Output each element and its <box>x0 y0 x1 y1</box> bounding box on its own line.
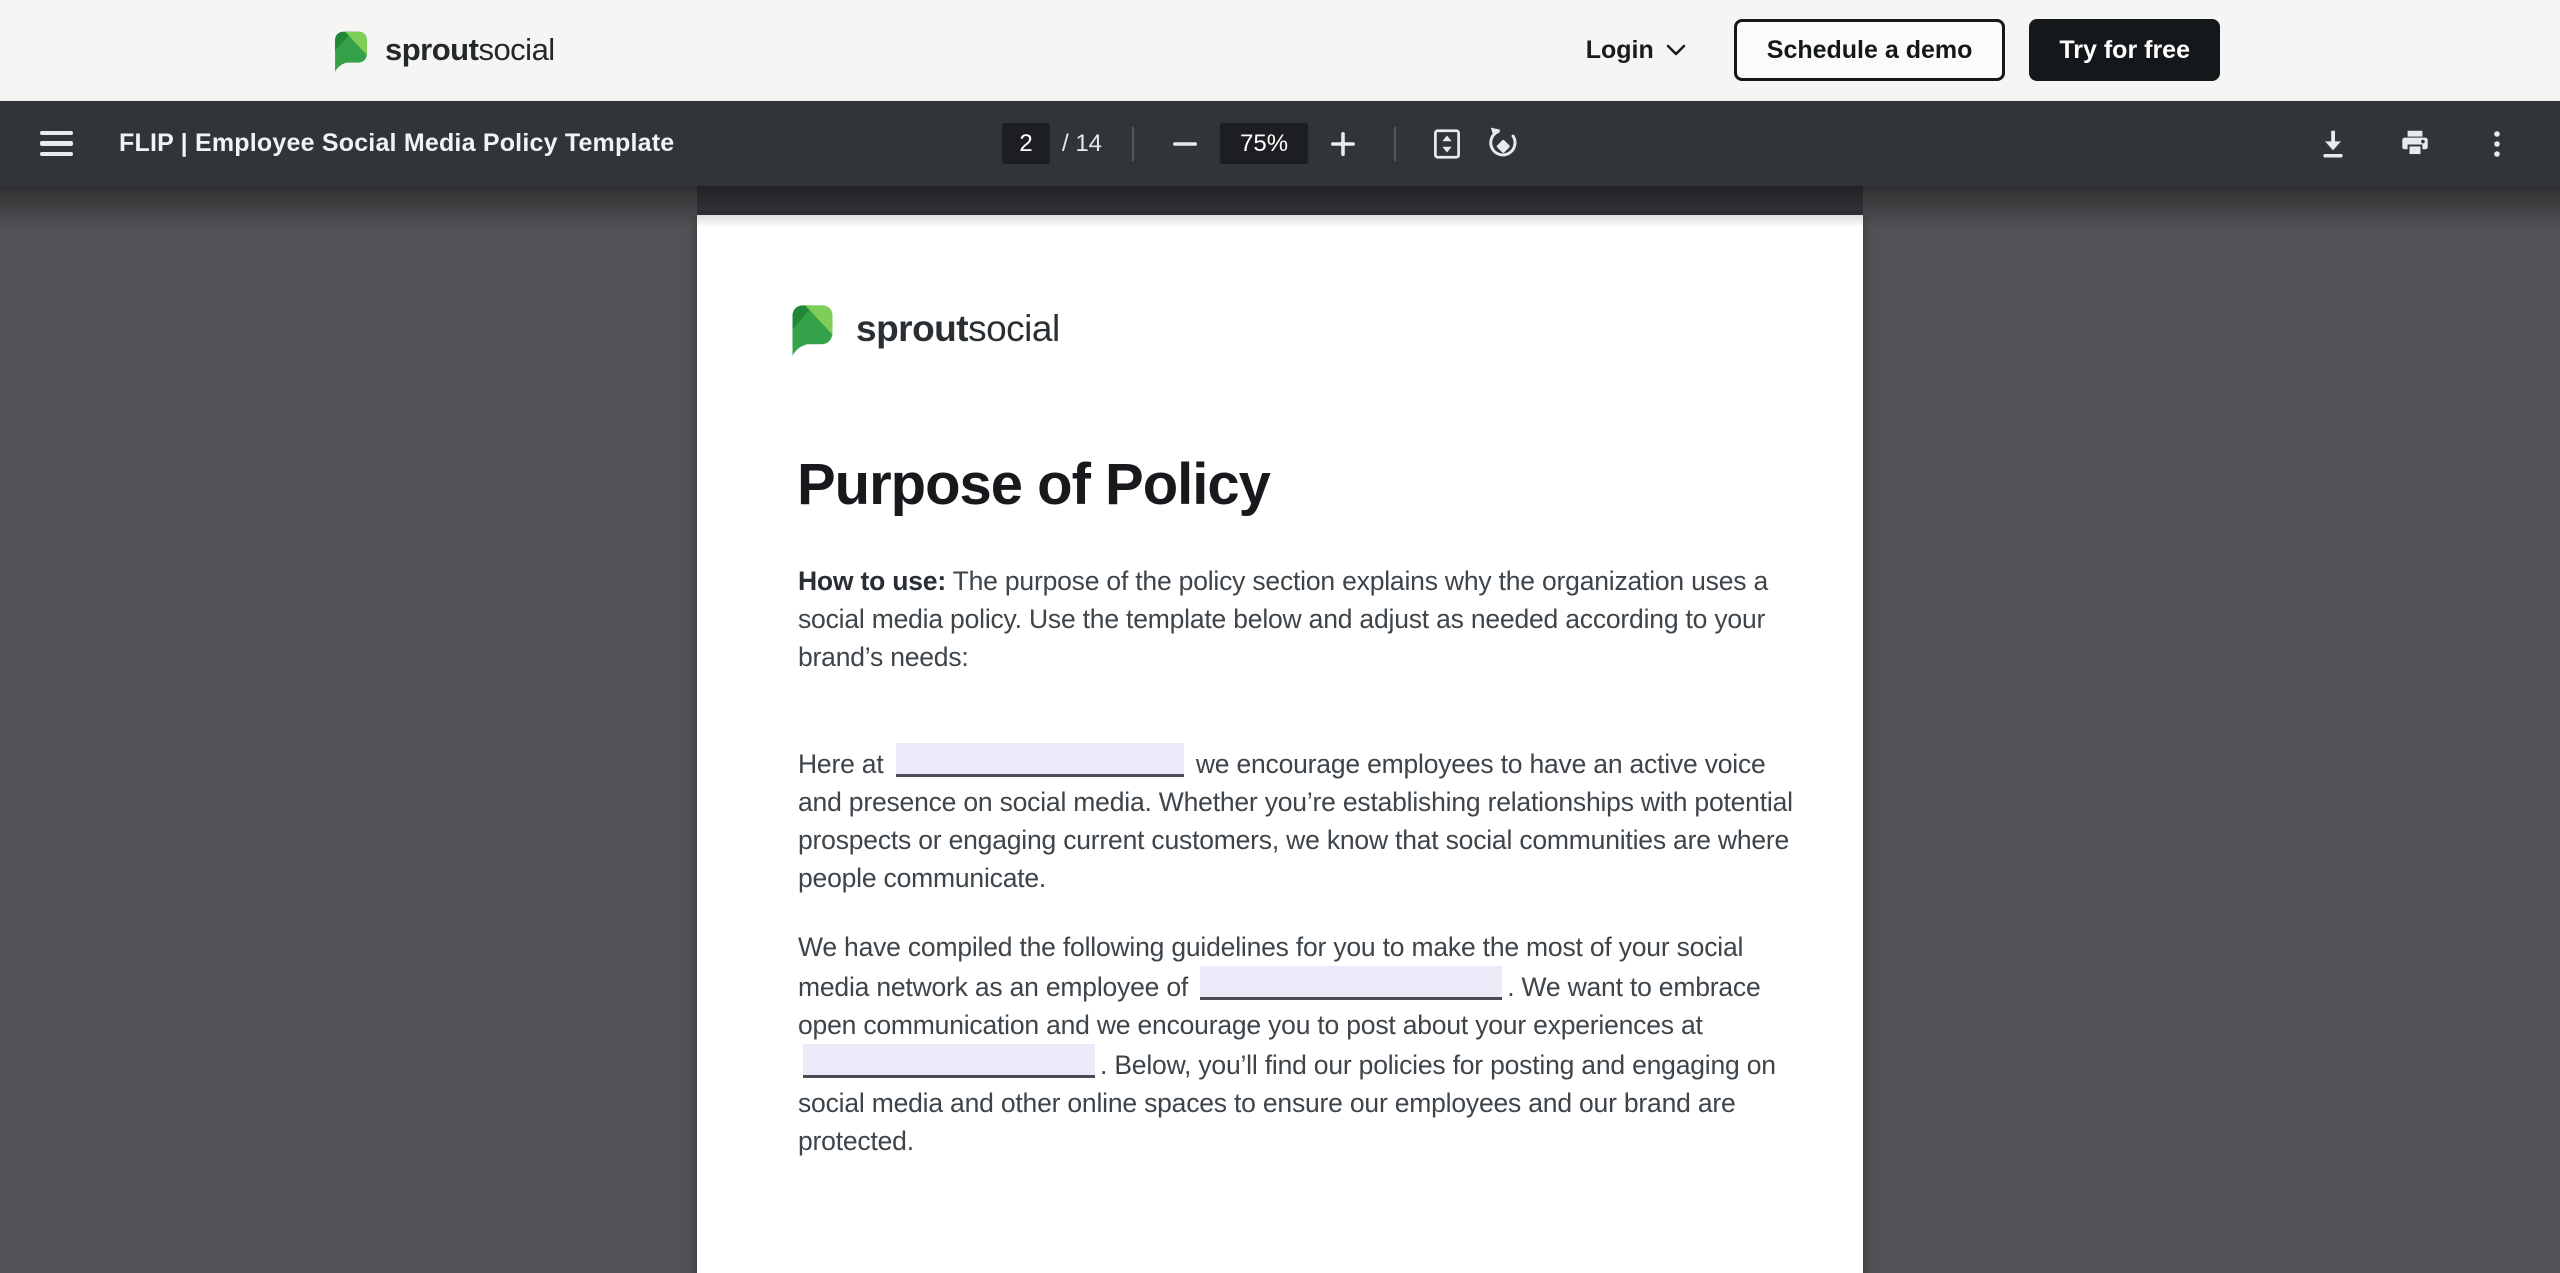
brand-wordmark-light: social <box>478 32 555 67</box>
zoom-in-button[interactable] <box>1322 123 1364 165</box>
pdf-page: sproutsocial Purpose of Policy How to us… <box>697 215 1863 1273</box>
chevron-down-icon <box>1666 44 1686 55</box>
document-brand-bold: sprout <box>856 308 969 349</box>
schedule-demo-button[interactable]: Schedule a demo <box>1733 19 2006 81</box>
fit-to-page-icon <box>1434 128 1461 159</box>
pdf-center-controls: / 14 75% <box>1002 101 1524 186</box>
page-gap <box>697 186 1863 215</box>
pdf-right-controls <box>2312 101 2518 186</box>
rotate-counterclockwise-button[interactable] <box>1482 123 1524 165</box>
download-icon <box>2323 130 2343 157</box>
fit-to-page-button[interactable] <box>1426 123 1468 165</box>
print-button[interactable] <box>2394 123 2436 165</box>
document-brand-wordmark: sproutsocial <box>856 308 1060 350</box>
site-header: sproutsocial Login Schedule a demo Try f… <box>0 0 2560 101</box>
document-logo: sproutsocial <box>786 300 1060 358</box>
pdf-toolbar: FLIP | Employee Social Media Policy Temp… <box>0 101 2560 186</box>
pdf-viewport[interactable]: sproutsocial Purpose of Policy How to us… <box>0 186 2560 1273</box>
page-column: sproutsocial Purpose of Policy How to us… <box>697 186 1863 1273</box>
document-paragraph: How to use: The purpose of the policy se… <box>798 562 1793 676</box>
document-paragraph: Here at we encourage employees to have a… <box>798 743 1793 897</box>
print-icon <box>2402 130 2428 154</box>
hamburger-menu-icon[interactable] <box>40 131 73 156</box>
sprout-leaf-icon <box>335 31 367 72</box>
rotate-counterclockwise-icon <box>1489 127 1517 156</box>
toolbar-separator <box>1132 126 1135 161</box>
try-for-free-button[interactable]: Try for free <box>2029 19 2220 81</box>
paragraph-text: Here at <box>798 749 891 779</box>
login-menu[interactable]: Login <box>1586 36 1686 65</box>
paragraph-bold-text: How to use: <box>798 566 946 596</box>
page-number-box <box>1002 123 1050 164</box>
kebab-menu-icon <box>2494 130 2500 157</box>
zoom-level-box[interactable]: 75% <box>1220 123 1309 164</box>
minus-icon <box>1173 141 1198 146</box>
sprout-leaf-icon <box>792 305 833 356</box>
page-total-label: / 14 <box>1062 129 1103 157</box>
fill-in-blank-field[interactable] <box>1200 966 1503 1000</box>
more-options-button[interactable] <box>2476 123 2518 165</box>
sprout-social-logo[interactable]: sproutsocial <box>330 27 555 74</box>
fill-in-blank-field[interactable] <box>895 743 1184 777</box>
page-number-input[interactable] <box>1002 123 1050 164</box>
download-button[interactable] <box>2312 123 2354 165</box>
toolbar-separator <box>1394 126 1397 161</box>
document-brand-light: social <box>968 308 1060 349</box>
brand-wordmark: sproutsocial <box>385 32 555 68</box>
brand-wordmark-bold: sprout <box>385 32 479 67</box>
document-paragraph: We have compiled the following guideline… <box>798 928 1793 1160</box>
zoom-out-button[interactable] <box>1164 123 1206 165</box>
login-label: Login <box>1585 35 1654 64</box>
pdf-document-title: FLIP | Employee Social Media Policy Temp… <box>119 129 675 157</box>
fill-in-blank-field[interactable] <box>803 1044 1095 1078</box>
document-heading: Purpose of Policy <box>797 452 1271 517</box>
plus-icon <box>1331 131 1356 156</box>
